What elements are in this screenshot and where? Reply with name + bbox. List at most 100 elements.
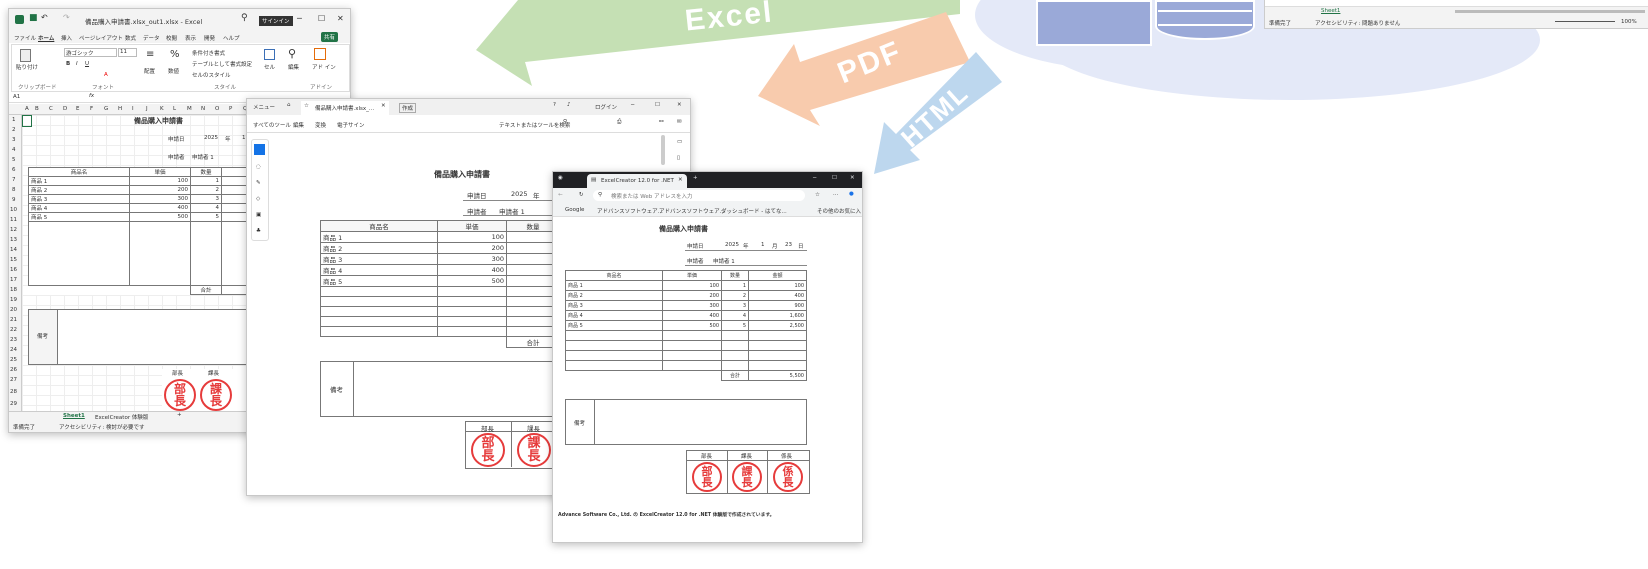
esign-button[interactable]: 電子サイン [337,121,365,129]
row-header[interactable]: 4 [12,147,16,153]
minimize-icon[interactable]: ─ [631,102,634,108]
font-size-select[interactable]: 11 [118,48,137,57]
minimize-icon[interactable]: ─ [297,14,302,23]
row-header[interactable]: 29 [10,401,17,407]
row-header[interactable]: 2 [12,127,16,133]
edit-button[interactable]: 編集 [293,121,304,129]
row-header[interactable]: 5 [12,157,16,163]
row-header[interactable]: 19 [10,297,17,303]
select-tool-icon[interactable] [254,144,265,155]
reload-icon[interactable]: ↻ [579,192,584,198]
cell-style-button[interactable]: セルのスタイル [192,71,231,79]
row-header[interactable]: 10 [10,207,17,213]
pdf-tab[interactable]: ☆ 備品購入申請書.xlsx_... ✕ [301,101,389,115]
menu-home[interactable]: ホーム [38,34,54,42]
table-format-button[interactable]: テーブルとして書式設定 [192,60,252,68]
col-header[interactable]: M [187,106,192,112]
row-header[interactable]: 13 [10,237,17,243]
bold-button[interactable]: B [66,61,70,67]
topright-sheet-tab[interactable]: Sheet1 [1321,8,1340,14]
paste-button[interactable]: 貼り付け [16,63,38,71]
col-header[interactable]: H [118,106,122,112]
topright-scrollbar[interactable] [1455,10,1645,13]
tool-search-input[interactable]: テキストまたはツールを検索 [499,121,570,129]
col-header[interactable]: D [63,106,67,112]
text-tool-icon[interactable]: ▣ [256,212,261,218]
login-button[interactable]: ログイン [595,103,617,111]
menu-file[interactable]: ファイル [14,34,36,42]
col-header[interactable]: N [201,106,205,112]
font-color-button[interactable]: A [104,72,108,78]
row-header[interactable]: 26 [10,367,17,373]
percent-icon[interactable]: % [170,49,180,60]
bookmark-advance-2[interactable]: アドバンスソフトウェア... [659,207,725,215]
stamp-tool-icon[interactable]: ♣ [256,228,261,234]
search-icon[interactable]: ⚲ [563,119,567,125]
row-header[interactable]: 7 [12,177,16,183]
mail-icon[interactable]: ✉ [677,119,682,125]
pdf-menu-button[interactable]: メニュー [253,103,275,111]
col-header[interactable]: A [25,106,29,112]
maximize-icon[interactable]: ☐ [832,175,837,181]
align-icon[interactable]: ≡ [146,49,154,60]
addin-button[interactable]: アド イン [312,63,336,71]
minimize-icon[interactable]: ─ [813,175,816,181]
bookmark-hatena[interactable]: ダッシュボード - はてな... [721,207,787,215]
menu-formulas[interactable]: 数式 [125,34,136,42]
address-input[interactable]: 検索または Web アドレスを入力 [611,192,693,200]
topright-zoom[interactable]: 100% [1621,19,1637,25]
other-favorites[interactable]: その他のお気に入り [817,207,862,215]
row-header[interactable]: 3 [12,137,16,143]
row-header[interactable]: 12 [10,227,17,233]
add-sheet-button[interactable]: + [177,412,182,418]
maximize-icon[interactable]: ☐ [318,14,325,23]
sheet-tab-trial[interactable]: ExcelCreator 体験版 [95,413,148,421]
row-header[interactable]: 28 [10,389,17,395]
find-icon[interactable]: ⚲ [288,47,296,60]
row-header[interactable]: 27 [10,377,17,383]
convert-button[interactable]: 変換 [315,121,326,129]
all-tools-button[interactable]: すべてのツール [253,121,291,129]
row-header[interactable]: 25 [10,357,17,363]
new-tab-button[interactable]: 作成 [399,103,417,113]
row-header[interactable]: 17 [10,277,17,283]
row-header[interactable]: 23 [10,337,17,343]
col-header[interactable]: O [215,106,219,112]
menu-review[interactable]: 校閲 [166,34,177,42]
profile-icon[interactable]: ● [849,191,854,197]
underline-button[interactable]: U [85,61,89,67]
row-header[interactable]: 9 [12,197,16,203]
row-header[interactable]: 20 [10,307,17,313]
pdf-scrollbar[interactable] [661,135,665,165]
back-icon[interactable]: ← [558,192,563,198]
menu-developer[interactable]: 開発 [204,34,215,42]
italic-button[interactable]: I [76,61,78,67]
col-header[interactable]: E [76,106,79,112]
topright-accessibility[interactable]: アクセシビリティ: 問題ありません [1315,19,1400,27]
edit-button[interactable]: 編集 [288,63,299,71]
cells-button[interactable]: セル [264,63,275,71]
col-header[interactable]: J [146,106,148,112]
menu-help[interactable]: ヘルプ [223,34,240,42]
search-icon[interactable]: ⚲ [241,13,248,23]
close-icon[interactable]: ✕ [337,14,344,23]
col-header[interactable]: C [49,106,53,112]
row-header[interactable]: 16 [10,267,17,273]
row-header[interactable]: 21 [10,317,17,323]
link-icon[interactable]: ⚯ [659,119,664,125]
font-name-select[interactable]: 游ゴシック [64,48,117,57]
new-tab-icon[interactable]: + [693,175,698,181]
menu-insert[interactable]: 挿入 [61,34,72,42]
help-icon[interactable]: ? [553,102,556,108]
col-header[interactable]: L [173,106,176,112]
col-header[interactable]: G [104,106,108,112]
sheet-tab-sheet1[interactable]: Sheet1 [63,413,85,419]
right-panel-icon[interactable]: ▭ [677,139,682,145]
close-icon[interactable]: ✕ [677,102,682,108]
signin-button[interactable]: サインイン [259,16,293,26]
print-icon[interactable]: ⎙ [617,119,621,126]
favorite-icon[interactable]: ☆ [815,192,820,198]
share-button[interactable]: 共有 [321,32,339,42]
tab-close-icon[interactable]: ✕ [381,103,386,109]
col-header[interactable]: F [90,106,93,112]
